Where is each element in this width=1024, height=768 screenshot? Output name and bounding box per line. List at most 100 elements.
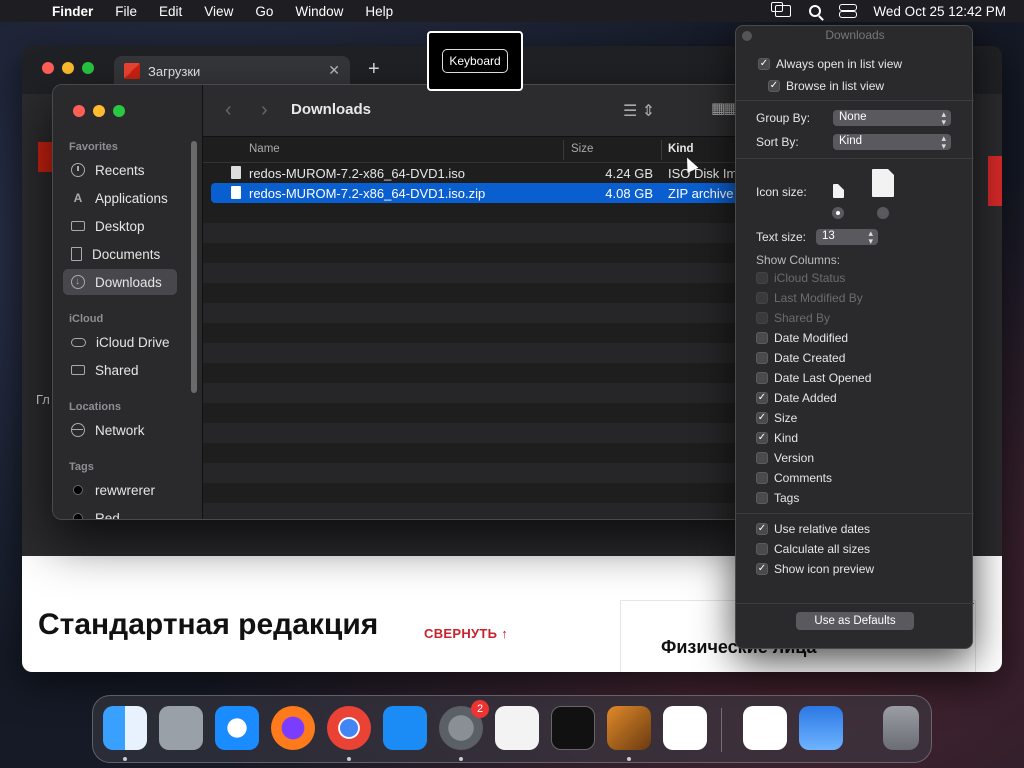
new-tab-icon[interactable]: + <box>368 58 380 81</box>
sort-by-label: Sort By: <box>756 135 799 149</box>
calculate-all-sizes-checkbox[interactable]: Calculate all sizes <box>756 542 870 556</box>
collapse-link[interactable]: СВЕРНУТЬ ↑ <box>424 626 508 641</box>
tab-close-icon[interactable]: ✕ <box>328 62 340 79</box>
launchpad-icon[interactable] <box>159 706 203 750</box>
chrome-icon[interactable] <box>327 706 371 750</box>
file-row-selected[interactable]: redos-MUROM-7.2-x86_64-DVD1.iso.zip 4.08… <box>211 183 749 203</box>
group-by-label: Group By: <box>756 111 811 125</box>
browser-close-button[interactable] <box>42 62 54 74</box>
notification-badge: 2 <box>471 700 489 718</box>
browse-list-checkbox[interactable]: ✓ Browse in list view <box>768 79 884 93</box>
text-size-label: Text size: <box>756 230 807 244</box>
sidebar-tag-rewwrerer[interactable]: rewwrerer <box>63 477 177 503</box>
sidebar-item-desktop[interactable]: Desktop <box>63 213 177 239</box>
finder-minimize-button[interactable] <box>93 105 105 117</box>
menu-app-name[interactable]: Finder <box>44 4 104 19</box>
empty-row <box>203 263 751 283</box>
menu-file[interactable]: File <box>104 4 148 19</box>
sidebar-item-label: iCloud Drive <box>96 334 170 350</box>
column-checkbox-size[interactable]: ✓ Size <box>756 411 797 425</box>
group-by-value: None <box>839 111 867 123</box>
desktop-icon <box>71 221 85 231</box>
sidebar-item-label: Documents <box>92 246 161 262</box>
sort-by-select[interactable]: Kind ▴ ▾ <box>833 134 951 151</box>
sidebar-item-network[interactable]: Network <box>63 417 177 443</box>
text-size-select[interactable]: 13 ▴ ▾ <box>816 229 878 246</box>
empty-row <box>203 223 751 243</box>
checkmark-icon: ✓ <box>756 392 768 404</box>
keyboard-hud-label: Keyboard <box>442 49 508 73</box>
menu-go[interactable]: Go <box>244 4 284 19</box>
column-checkbox-icloud-status: iCloud Status <box>756 271 845 285</box>
always-open-list-checkbox[interactable]: ✓ Always open in list view <box>758 57 902 71</box>
menu-window[interactable]: Window <box>284 4 354 19</box>
finder-sidebar: Favorites Recents Applications Desktop D… <box>53 85 203 520</box>
textedit-icon[interactable] <box>495 706 539 750</box>
sidebar-tag-red[interactable]: Red <box>63 505 177 520</box>
column-divider[interactable] <box>661 140 662 160</box>
checkmark-icon: ✓ <box>756 563 768 575</box>
sidebar-item-recents[interactable]: Recents <box>63 157 177 183</box>
menu-help[interactable]: Help <box>354 4 404 19</box>
sidebar-item-shared[interactable]: Shared <box>63 357 177 383</box>
column-header-kind[interactable]: Kind <box>668 143 694 155</box>
sidebar-item-label: Red <box>95 510 120 520</box>
forward-arrow-icon[interactable]: › <box>261 99 268 122</box>
window-switcher-icon[interactable] <box>771 2 792 17</box>
column-checkbox-tags[interactable]: Tags <box>756 491 799 505</box>
checkbox-label: Always open in list view <box>776 57 903 71</box>
menu-clock[interactable]: Wed Oct 25 12:42 PM <box>873 4 1006 19</box>
menu-edit[interactable]: Edit <box>148 4 193 19</box>
garageband-icon[interactable] <box>607 706 651 750</box>
app-store-icon[interactable] <box>383 706 427 750</box>
finder-icon[interactable] <box>103 706 147 750</box>
sidebar-item-label: Recents <box>95 162 145 178</box>
browser-tab[interactable]: Загрузки ✕ <box>114 56 350 86</box>
column-checkbox-comments[interactable]: Comments <box>756 471 832 485</box>
control-center-icon[interactable] <box>839 4 858 18</box>
gallery-view-icon[interactable]: ▦▦ <box>711 99 737 117</box>
safari-icon[interactable] <box>215 706 259 750</box>
sidebar-item-documents[interactable]: Documents <box>63 241 177 267</box>
finder-zoom-button[interactable] <box>113 105 125 117</box>
checkbox-label: Tags <box>774 491 800 505</box>
column-header-name[interactable]: Name <box>249 143 280 155</box>
finder-close-button[interactable] <box>73 105 85 117</box>
show-icon-preview-checkbox[interactable]: ✓ Show icon preview <box>756 562 874 576</box>
network-globe-icon <box>71 423 85 437</box>
column-checkbox-date-last-opened[interactable]: Date Last Opened <box>756 371 871 385</box>
column-checkbox-date-added[interactable]: ✓ Date Added <box>756 391 837 405</box>
back-arrow-icon[interactable]: ‹ <box>225 99 232 122</box>
column-checkbox-date-created[interactable]: Date Created <box>756 351 845 365</box>
list-view-icon[interactable]: ☰ ⇕ <box>623 101 655 121</box>
icon-size-large-radio[interactable] <box>877 207 889 219</box>
column-divider[interactable] <box>563 140 564 160</box>
column-checkbox-date-modified[interactable]: Date Modified <box>756 331 848 345</box>
browser-minimize-button[interactable] <box>62 62 74 74</box>
vscode-icon[interactable] <box>663 706 707 750</box>
running-indicator <box>347 757 351 761</box>
weather-icon[interactable] <box>799 706 843 750</box>
checkmark-icon: ✓ <box>756 432 768 444</box>
use-as-defaults-button[interactable]: Use as Defaults <box>796 612 914 630</box>
sidebar-item-downloads[interactable]: Downloads <box>63 269 177 295</box>
use-relative-dates-checkbox[interactable]: ✓ Use relative dates <box>756 522 870 536</box>
trash-icon[interactable] <box>883 706 919 750</box>
sidebar-item-icloud-drive[interactable]: iCloud Drive <box>63 329 177 355</box>
system-settings-icon[interactable]: 2 <box>439 700 489 750</box>
sidebar-item-applications[interactable]: Applications <box>63 185 177 211</box>
icon-size-small-radio[interactable] <box>832 207 844 219</box>
terminal-icon[interactable] <box>551 706 595 750</box>
spotlight-search-icon[interactable] <box>809 5 822 17</box>
column-checkbox-kind[interactable]: ✓ Kind <box>756 431 798 445</box>
group-by-select[interactable]: None ▴ ▾ <box>833 110 951 127</box>
browser-zoom-button[interactable] <box>82 62 94 74</box>
column-checkbox-version[interactable]: Version <box>756 451 814 465</box>
file-row[interactable]: redos-MUROM-7.2-x86_64-DVD1.iso 4.24 GB … <box>203 163 751 183</box>
column-header-size[interactable]: Size <box>571 143 593 155</box>
firefox-icon[interactable] <box>271 706 315 750</box>
empty-row <box>203 303 751 323</box>
menu-view[interactable]: View <box>193 4 244 19</box>
sidebar-scrollbar[interactable] <box>191 141 197 393</box>
visual-studio-icon[interactable] <box>743 706 787 750</box>
